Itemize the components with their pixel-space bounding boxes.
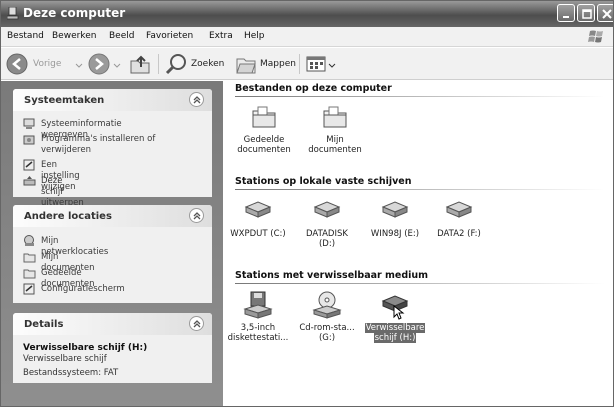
windows-logo-icon bbox=[588, 30, 603, 43]
system-info-icon bbox=[23, 118, 35, 129]
search-icon bbox=[165, 54, 186, 75]
details-item-name: Verwisselbare schijf (H:) bbox=[23, 343, 148, 353]
menu-beeld[interactable]: Beeld bbox=[109, 31, 134, 41]
computer-icon bbox=[7, 7, 19, 20]
collapse-button[interactable] bbox=[189, 316, 204, 331]
up-folder-button[interactable] bbox=[129, 52, 153, 76]
title-bar[interactable]: Deze computer bbox=[1, 1, 613, 27]
details-title: Details bbox=[24, 319, 64, 330]
menu-bewerken[interactable]: Bewerken bbox=[52, 31, 96, 41]
network-icon bbox=[24, 235, 34, 246]
details-panel: Details Verwisselbare schijf (H:) Verwis… bbox=[13, 313, 212, 383]
control-panel-icon bbox=[23, 159, 35, 171]
folder-icon bbox=[23, 253, 36, 263]
search-button[interactable]: Zoeken bbox=[164, 52, 230, 76]
floppy-drive-icon bbox=[243, 291, 273, 319]
menu-favorieten[interactable]: Favorieten bbox=[146, 31, 193, 41]
views-button[interactable] bbox=[305, 52, 337, 76]
collapse-button[interactable] bbox=[189, 208, 204, 223]
system-tasks-header[interactable]: Systeemtaken bbox=[13, 89, 212, 111]
hard-drive-icon bbox=[244, 201, 272, 218]
hard-drive-icon bbox=[445, 201, 473, 218]
views-icon bbox=[306, 56, 326, 72]
minimize-icon bbox=[563, 16, 569, 18]
toolbar: Vorige Zoeken Mappen bbox=[1, 48, 613, 80]
menu-extra[interactable]: Extra bbox=[209, 31, 233, 41]
folder-icon bbox=[252, 106, 276, 128]
details-item-type: Verwisselbare schijf bbox=[23, 354, 107, 364]
up-folder-icon bbox=[130, 55, 150, 74]
chevron-up-icon bbox=[193, 212, 201, 220]
group-divider bbox=[235, 283, 605, 284]
collapse-button[interactable] bbox=[189, 92, 204, 107]
task-pane: Systeemtaken Systeeminformatie weergeven… bbox=[1, 81, 223, 406]
system-tasks-panel: Systeemtaken Systeeminformatie weergeven… bbox=[13, 89, 212, 208]
folder-icon bbox=[23, 269, 36, 279]
menu-bar: Bestand Bewerken Beeld Favorieten Extra … bbox=[1, 27, 613, 47]
details-filesystem: Bestandssysteem: FAT bbox=[23, 368, 119, 378]
group-divider bbox=[235, 96, 605, 97]
maximize-icon bbox=[582, 9, 592, 19]
back-arrow-icon bbox=[6, 53, 28, 75]
other-places-header[interactable]: Andere locaties bbox=[13, 205, 212, 227]
group-header-removable: Stations met verwisselbaar medium bbox=[235, 270, 429, 281]
other-places-panel: Andere locaties Mijn netwerklocaties Mij… bbox=[13, 205, 212, 303]
other-places-body: Mijn netwerklocaties Mijn documenten Ged… bbox=[13, 227, 212, 303]
forward-button[interactable] bbox=[87, 52, 123, 76]
chevron-up-icon bbox=[193, 320, 201, 328]
chevron-down-icon bbox=[328, 63, 336, 68]
other-places-title: Andere locaties bbox=[24, 211, 112, 222]
details-header[interactable]: Details bbox=[13, 313, 212, 335]
menu-bestand[interactable]: Bestand bbox=[7, 31, 44, 41]
toolbar-separator bbox=[299, 54, 300, 74]
control-panel-icon bbox=[23, 283, 35, 295]
minimize-button[interactable] bbox=[557, 4, 575, 22]
chevron-up-icon bbox=[193, 96, 201, 104]
explorer-window: Deze computer Bestand Bewerken Beeld Fav… bbox=[0, 0, 614, 407]
window-title: Deze computer bbox=[23, 6, 126, 20]
forward-arrow-icon bbox=[88, 53, 110, 75]
hard-drive-icon bbox=[313, 201, 341, 218]
folders-icon bbox=[236, 58, 256, 74]
close-icon bbox=[602, 9, 612, 19]
mouse-cursor-icon bbox=[393, 305, 405, 320]
group-divider bbox=[235, 189, 605, 190]
details-body: Verwisselbare schijf (H:) Verwisselbare … bbox=[13, 335, 212, 383]
maximize-button[interactable] bbox=[577, 4, 595, 22]
toolbar-separator bbox=[158, 54, 159, 74]
programs-icon bbox=[23, 135, 35, 145]
menu-help[interactable]: Help bbox=[244, 31, 265, 41]
back-button[interactable]: Vorige bbox=[5, 52, 85, 76]
close-button[interactable] bbox=[597, 4, 613, 22]
chevron-down-icon bbox=[113, 63, 121, 68]
group-header-files: Bestanden op deze computer bbox=[235, 83, 392, 94]
folders-button[interactable]: Mappen bbox=[235, 52, 296, 76]
eject-icon bbox=[23, 176, 36, 186]
cd-drive-icon bbox=[312, 291, 342, 319]
chevron-down-icon bbox=[75, 63, 83, 68]
folder-icon bbox=[323, 106, 347, 128]
content-pane: Bestanden op deze computer Gedeelde docum… bbox=[223, 81, 613, 406]
system-tasks-title: Systeemtaken bbox=[24, 95, 105, 106]
system-tasks-body: Systeeminformatie weergeven Programma's … bbox=[13, 111, 212, 208]
group-header-hdd: Stations op lokale vaste schijven bbox=[235, 176, 412, 187]
hard-drive-icon bbox=[381, 201, 409, 218]
